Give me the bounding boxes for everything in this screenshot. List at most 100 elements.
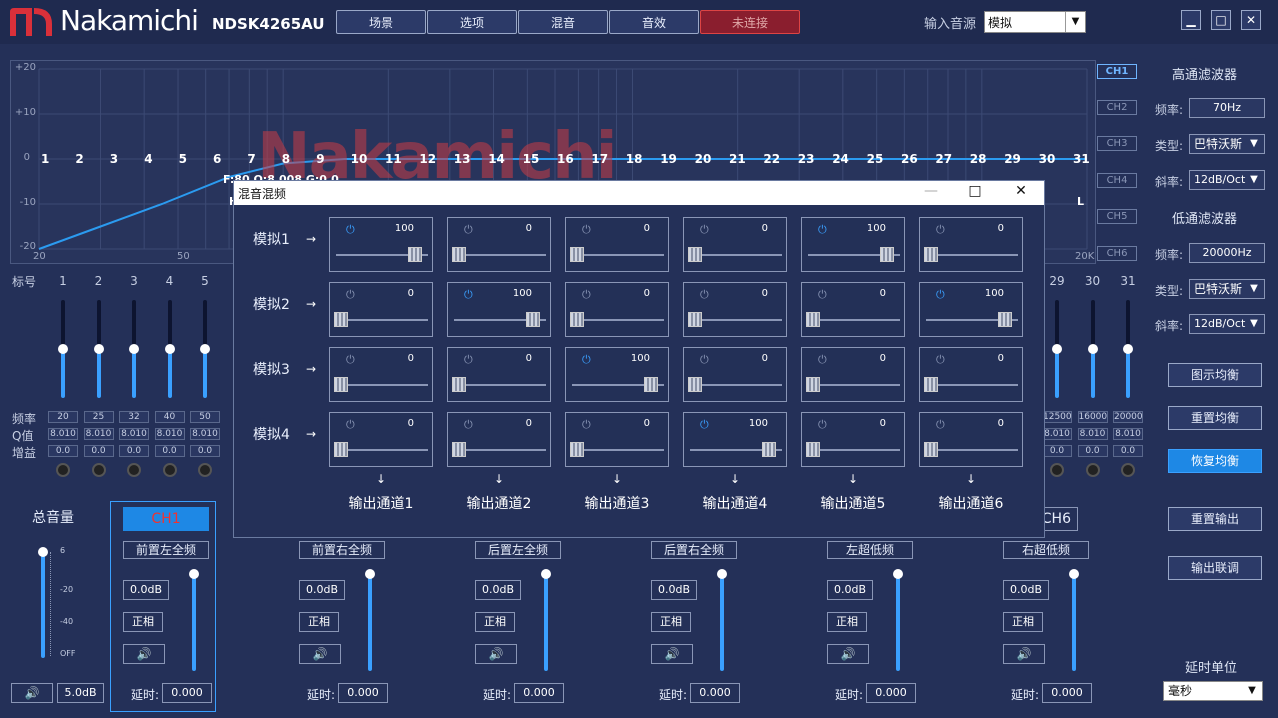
output-volume-slider[interactable] (1069, 569, 1079, 671)
power-icon[interactable]: ⏻ (700, 288, 709, 302)
output-volume-slider[interactable] (893, 569, 903, 671)
eq-band-slider[interactable] (200, 300, 210, 398)
band-marker[interactable]: 2 (75, 152, 83, 166)
eq-band-slider[interactable] (93, 300, 104, 398)
eq-band-gain[interactable]: 0.0 (1113, 445, 1143, 457)
power-icon[interactable]: ⏻ (936, 353, 945, 367)
power-icon[interactable]: ⏻ (936, 418, 945, 432)
mixer-slider-track[interactable] (572, 254, 664, 256)
output-volume-slider[interactable] (365, 569, 375, 671)
output-gain-value[interactable]: 0.0dB (827, 580, 873, 600)
band-marker[interactable]: 25 (867, 152, 884, 166)
eq-band-knob[interactable] (200, 344, 210, 354)
highpass-freq-field[interactable]: 70Hz (1189, 98, 1265, 118)
minimize-button[interactable]: ▁ (1181, 10, 1201, 30)
band-marker[interactable]: 28 (970, 152, 987, 166)
delay-value[interactable]: 0.000 (690, 683, 740, 703)
master-volume-slider[interactable] (38, 547, 48, 658)
output-volume-knob[interactable] (189, 569, 199, 579)
delay-value[interactable]: 0.000 (162, 683, 212, 703)
output-mute-button[interactable]: 🔊 (299, 644, 341, 664)
output-gain-value[interactable]: 0.0dB (475, 580, 521, 600)
power-icon[interactable]: ⏻ (346, 418, 355, 432)
power-icon[interactable]: ⏻ (936, 288, 945, 302)
mixer-slider-track[interactable] (336, 319, 428, 321)
band-marker[interactable]: 11 (385, 152, 402, 166)
master-volume-knob[interactable] (38, 547, 48, 557)
eq-band-slider[interactable] (1123, 300, 1133, 398)
band-marker[interactable]: 20 (695, 152, 712, 166)
reset-eq-button[interactable]: 重置均衡 (1168, 406, 1262, 430)
mix-button[interactable]: 混音 (518, 10, 608, 34)
mixer-slider-track[interactable] (572, 449, 664, 451)
power-icon[interactable]: ⏻ (818, 223, 827, 237)
phase-button[interactable]: 正相 (475, 612, 515, 632)
output-mute-button[interactable]: 🔊 (475, 644, 517, 664)
eq-band-freq[interactable]: 50 (190, 411, 220, 423)
band-marker[interactable]: 16 (557, 152, 574, 166)
mixer-slider-track[interactable] (690, 319, 782, 321)
phase-button[interactable]: 正相 (299, 612, 339, 632)
scene-button[interactable]: 场景 (336, 10, 426, 34)
close-button[interactable]: ✕ (1241, 10, 1261, 30)
lowpass-type-select[interactable]: 巴特沃斯 ▼ (1189, 279, 1265, 299)
power-icon[interactable]: ⏻ (936, 223, 945, 237)
output-volume-slider[interactable] (717, 569, 727, 671)
lowpass-slope-select[interactable]: 12dB/Oct ▼ (1189, 314, 1265, 334)
power-icon[interactable]: ⏻ (818, 353, 827, 367)
mixer-slider-thumb[interactable] (644, 377, 658, 392)
eq-band-reset-knob[interactable] (1121, 463, 1135, 477)
mixer-slider-thumb[interactable] (762, 442, 776, 457)
eq-band-gain[interactable]: 0.0 (1042, 445, 1072, 457)
highpass-type-select[interactable]: 巴特沃斯 ▼ (1189, 134, 1265, 154)
mixer-slider-track[interactable] (926, 384, 1018, 386)
lowpass-freq-field[interactable]: 20000Hz (1189, 243, 1265, 263)
output-volume-knob[interactable] (541, 569, 551, 579)
band-marker[interactable]: 13 (454, 152, 471, 166)
power-icon[interactable]: ⏻ (464, 223, 473, 237)
power-icon[interactable]: ⏻ (700, 418, 709, 432)
eq-band-q[interactable]: 8.010 (190, 428, 220, 440)
power-icon[interactable]: ⏻ (700, 353, 709, 367)
mixer-slider-track[interactable] (808, 384, 900, 386)
eq-band-freq[interactable]: 12500 (1042, 411, 1072, 423)
reset-output-button[interactable]: 重置输出 (1168, 507, 1262, 531)
phase-button[interactable]: 正相 (1003, 612, 1043, 632)
mixer-slider-track[interactable] (454, 449, 546, 451)
mixer-slider-thumb[interactable] (334, 442, 348, 457)
input-source-select[interactable]: 模拟 ▼ (984, 11, 1086, 33)
mixer-slider-thumb[interactable] (570, 312, 584, 327)
effects-button[interactable]: 音效 (609, 10, 699, 34)
output-mute-button[interactable]: 🔊 (123, 644, 165, 664)
band-marker[interactable]: 8 (282, 152, 290, 166)
eq-band-knob[interactable] (1087, 344, 1098, 354)
eq-band-q[interactable]: 8.010 (119, 428, 149, 440)
band-marker[interactable]: 24 (832, 152, 849, 166)
output-mute-button[interactable]: 🔊 (827, 644, 869, 664)
mixer-slider-thumb[interactable] (408, 247, 422, 262)
eq-band-freq[interactable]: 40 (154, 411, 185, 423)
band-marker[interactable]: 3 (110, 152, 118, 166)
band-marker[interactable]: 27 (935, 152, 952, 166)
eq-band-knob[interactable] (93, 344, 104, 354)
eq-band-knob[interactable] (129, 344, 139, 354)
power-icon[interactable]: ⏻ (582, 353, 591, 367)
eq-band-reset-knob[interactable] (1050, 463, 1064, 477)
band-marker[interactable]: 19 (660, 152, 677, 166)
eq-band-gain[interactable]: 0.0 (119, 445, 149, 457)
band-marker[interactable]: 12 (419, 152, 436, 166)
eq-band-reset-knob[interactable] (1085, 463, 1100, 477)
output-link-button[interactable]: 输出联调 (1168, 556, 1262, 580)
mixer-slider-track[interactable] (572, 319, 664, 321)
power-icon[interactable]: ⏻ (700, 223, 709, 237)
channel-button-ch3[interactable]: CH3 (1097, 136, 1137, 151)
output-volume-slider[interactable] (541, 569, 551, 671)
power-icon[interactable]: ⏻ (582, 418, 591, 432)
highpass-slope-select[interactable]: 12dB/Oct ▼ (1189, 170, 1265, 190)
eq-band-slider[interactable] (1087, 300, 1098, 398)
eq-band-q[interactable]: 8.010 (48, 428, 78, 440)
power-icon[interactable]: ⏻ (464, 418, 473, 432)
eq-band-slider[interactable] (129, 300, 139, 398)
eq-band-gain[interactable]: 0.0 (48, 445, 78, 457)
eq-band-freq[interactable]: 20 (48, 411, 78, 423)
